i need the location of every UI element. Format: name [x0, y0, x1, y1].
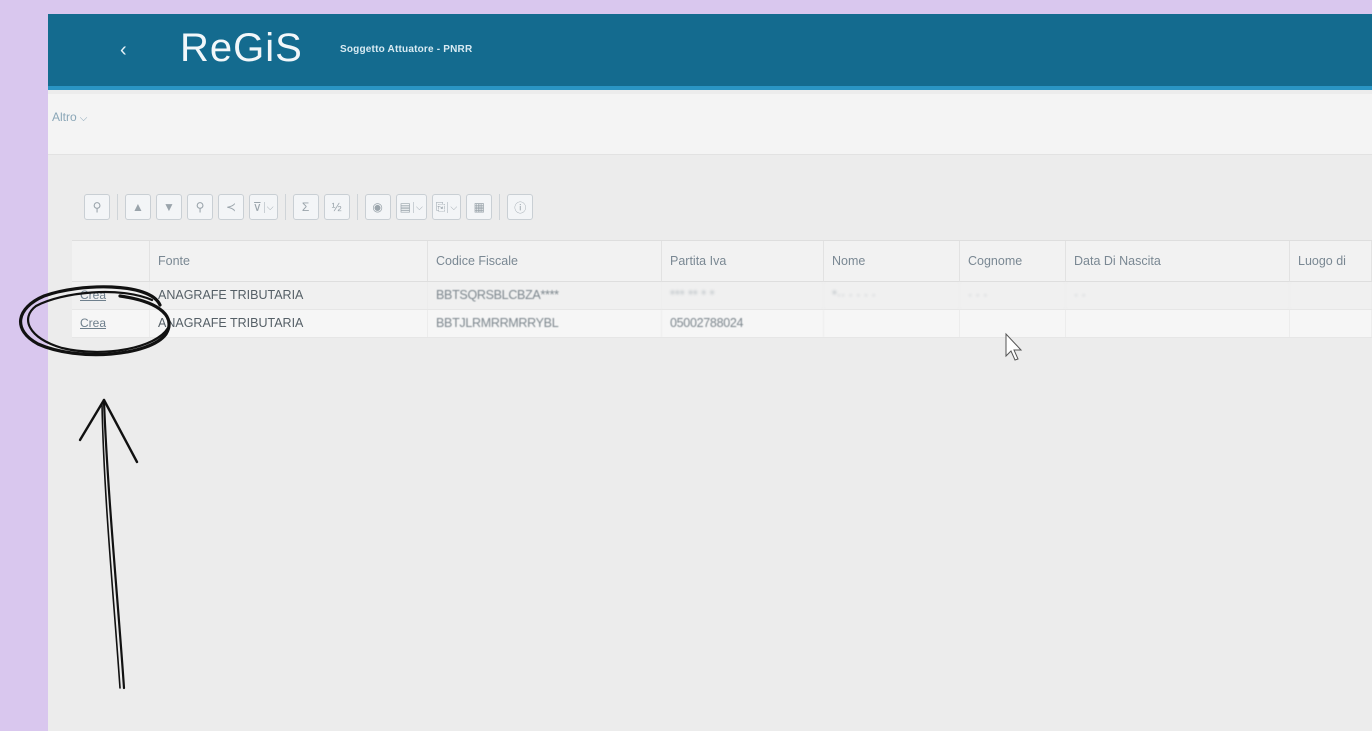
filter-button[interactable]: ⊽ ⌵: [249, 194, 278, 220]
action-cell: Crea: [72, 282, 150, 309]
column-header-data-di-nascita[interactable]: Data Di Nascita: [1066, 241, 1290, 281]
cognome-cell: · · ·: [960, 282, 1066, 309]
subtotal-icon: ½: [331, 200, 342, 214]
crea-link[interactable]: Crea: [80, 316, 106, 330]
table-toolbar: ⚲ ▲ ▼ ⚲ ≺ ⊽ ⌵ Σ ½ ◉ ▤ ⌵ ⎘ ⌵ ▦ ⓘ: [84, 192, 538, 222]
app-window: ‹ ReGiS Soggetto Attuatore - PNRR Altro ⌵…: [48, 14, 1372, 731]
toolbar-separator: [284, 194, 286, 220]
column-header-cognome[interactable]: Cognome: [960, 241, 1066, 281]
sort-ascending-button[interactable]: ▲: [125, 194, 151, 220]
luogo-cell: [1290, 282, 1372, 309]
column-header-partita-iva[interactable]: Partita Iva: [662, 241, 824, 281]
action-cell: Crea: [72, 310, 150, 337]
column-header-action: [72, 241, 150, 281]
table-header: Fonte Codice Fiscale Partita Iva Nome Co…: [72, 240, 1372, 282]
regis-logo: ReGiS: [180, 26, 303, 70]
search-icon: ⚲: [195, 200, 205, 214]
data-di-nascita-cell: [1066, 310, 1290, 337]
print-button[interactable]: ▦: [466, 194, 493, 220]
app-header: ‹ ReGiS Soggetto Attuatore - PNRR: [48, 14, 1372, 90]
print-icon: ▦: [473, 200, 485, 214]
globe-button[interactable]: ◉: [364, 194, 391, 220]
chevron-down-icon: ⌵: [79, 113, 88, 124]
cognome-cell: [960, 310, 1066, 337]
partita-iva-cell: *** ** * *: [662, 282, 824, 309]
search-button[interactable]: ⚲: [187, 194, 213, 220]
export-icon: ⎘: [435, 199, 446, 214]
table-row[interactable]: Crea ANAGRAFE TRIBUTARIA BBTSQRSBLCBZA**…: [72, 282, 1372, 310]
share-icon: ≺: [225, 200, 237, 214]
toolbar-separator: [117, 194, 118, 220]
fonte-cell: ANAGRAFE TRIBUTARIA: [150, 310, 428, 337]
info-button[interactable]: ⓘ: [507, 194, 534, 220]
zoom-icon: ⚲: [92, 200, 102, 214]
results-table: Fonte Codice Fiscale Partita Iva Nome Co…: [72, 240, 1372, 338]
globe-icon: ◉: [372, 200, 383, 214]
back-icon[interactable]: ‹: [120, 40, 127, 60]
crea-link[interactable]: Crea: [80, 288, 106, 302]
altro-menu[interactable]: Altro ⌵: [52, 110, 87, 124]
chevron-down-icon: ⌵: [412, 201, 423, 213]
sum-icon: Σ: [301, 200, 310, 214]
column-header-nome[interactable]: Nome: [824, 241, 960, 281]
share-button[interactable]: ≺: [218, 194, 244, 220]
sort-ascending-icon: ▲: [132, 200, 144, 214]
export-button[interactable]: ⎘ ⌵: [431, 194, 462, 220]
data-di-nascita-cell: · ·: [1066, 282, 1290, 309]
sort-descending-icon: ▼: [163, 200, 175, 214]
toolbar-separator: [499, 194, 501, 220]
table-row[interactable]: Crea ANAGRAFE TRIBUTARIA BBTJLRMRRMRRYBL…: [72, 310, 1372, 338]
layout-icon: ▤: [399, 200, 411, 214]
info-icon: ⓘ: [514, 200, 527, 215]
column-header-codice-fiscale[interactable]: Codice Fiscale: [428, 241, 662, 281]
subtotal-button[interactable]: ½: [323, 194, 350, 220]
toolbar-separator: [356, 194, 358, 220]
partita-iva-cell: 05002788024: [662, 310, 824, 337]
codice-fiscale-cell: BBTSQRSBLCBZA****: [428, 282, 662, 309]
sum-button[interactable]: Σ: [292, 194, 319, 220]
codice-fiscale-cell: BBTJLRMRRMRRYBL: [428, 310, 662, 337]
fonte-cell: ANAGRAFE TRIBUTARIA: [150, 282, 428, 309]
sort-descending-button[interactable]: ▼: [156, 194, 182, 220]
secondary-bar: Altro ⌵: [48, 94, 1372, 155]
zoom-button[interactable]: ⚲: [84, 194, 110, 220]
luogo-cell: [1290, 310, 1372, 337]
nome-cell: [824, 310, 960, 337]
column-header-luogo[interactable]: Luogo di: [1290, 241, 1372, 281]
altro-menu-label: Altro: [52, 110, 77, 124]
filter-icon: ⊽: [253, 200, 262, 214]
column-header-fonte[interactable]: Fonte: [150, 241, 428, 281]
header-subtitle: Soggetto Attuatore - PNRR: [340, 44, 473, 55]
layout-button[interactable]: ▤ ⌵: [395, 194, 427, 220]
nome-cell: *·· · · · ·: [824, 282, 960, 309]
chevron-down-icon: ⌵: [263, 201, 274, 213]
chevron-down-icon: ⌵: [447, 201, 457, 213]
